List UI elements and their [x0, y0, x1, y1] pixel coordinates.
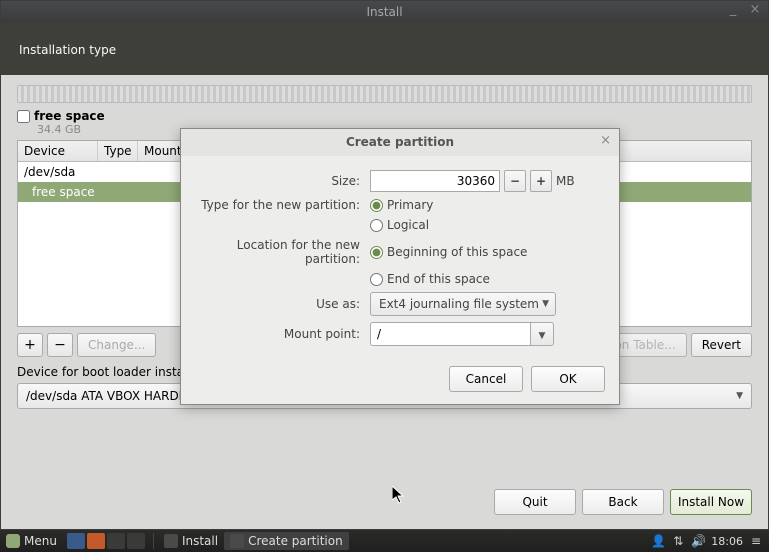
- titlebar: Install _ ×: [1, 1, 768, 23]
- device-name: free space: [34, 109, 105, 123]
- ok-button[interactable]: OK: [531, 366, 605, 392]
- back-button[interactable]: Back: [582, 489, 664, 515]
- location-beginning-radio[interactable]: [370, 246, 383, 259]
- remove-partition-button[interactable]: −: [47, 333, 73, 357]
- mount-point-dropdown[interactable]: ▼: [530, 322, 554, 346]
- menu-button[interactable]: Menu: [0, 534, 63, 548]
- location-end-radio[interactable]: [370, 273, 383, 286]
- col-device[interactable]: Device: [18, 141, 98, 161]
- tray-icon[interactable]: ≡: [749, 534, 763, 548]
- install-now-button[interactable]: Install Now: [670, 489, 752, 515]
- device-checkbox[interactable]: [17, 110, 30, 123]
- app-icon: [164, 534, 178, 548]
- close-button[interactable]: ×: [746, 3, 764, 19]
- type-label: Type for the new partition:: [195, 198, 370, 212]
- quicklaunch-terminal[interactable]: [107, 533, 125, 549]
- chevron-down-icon: ▼: [539, 331, 546, 341]
- quicklaunch-firefox[interactable]: [87, 533, 105, 549]
- mount-point-input[interactable]: [370, 322, 530, 346]
- mount-point-label: Mount point:: [195, 327, 370, 341]
- page-title: Installation type: [19, 43, 116, 57]
- revert-button[interactable]: Revert: [691, 333, 752, 357]
- dialog-close-button[interactable]: ×: [600, 133, 611, 148]
- cancel-button[interactable]: Cancel: [449, 366, 523, 392]
- clock[interactable]: 18:06: [711, 535, 743, 548]
- quit-button[interactable]: Quit: [494, 489, 576, 515]
- user-icon[interactable]: 👤: [651, 534, 665, 548]
- taskbar: Menu Install Create partition 👤 ⇅ 🔊 18:0…: [0, 530, 769, 552]
- type-logical-radio[interactable]: [370, 219, 383, 232]
- size-unit: MB: [556, 174, 575, 188]
- change-button[interactable]: Change...: [77, 333, 156, 357]
- create-partition-dialog: Create partition × Size: − + MB Type for…: [180, 128, 620, 405]
- window-title: Install: [366, 5, 402, 19]
- use-as-select[interactable]: Ext4 journaling file system ▼: [370, 292, 556, 316]
- taskbar-task[interactable]: Create partition: [224, 532, 349, 550]
- col-type[interactable]: Type: [98, 141, 138, 161]
- quicklaunch-files[interactable]: [127, 533, 145, 549]
- partition-bar[interactable]: [17, 85, 752, 103]
- size-label: Size:: [195, 174, 370, 188]
- taskbar-task[interactable]: Install: [158, 532, 224, 550]
- mint-logo-icon: [6, 534, 20, 548]
- app-icon: [230, 534, 244, 548]
- location-label: Location for the new partition:: [195, 238, 370, 266]
- size-input[interactable]: [370, 170, 500, 192]
- volume-icon[interactable]: 🔊: [691, 534, 705, 548]
- chevron-down-icon: ▼: [542, 299, 549, 309]
- size-increment-button[interactable]: +: [530, 170, 552, 192]
- size-decrement-button[interactable]: −: [504, 170, 526, 192]
- dialog-title: Create partition ×: [181, 129, 619, 156]
- network-icon[interactable]: ⇅: [671, 534, 685, 548]
- chevron-down-icon: ▼: [736, 391, 743, 401]
- minimize-button[interactable]: _: [724, 3, 742, 19]
- use-as-label: Use as:: [195, 297, 370, 311]
- device-summary: free space: [17, 107, 752, 123]
- type-primary-radio[interactable]: [370, 199, 383, 212]
- add-partition-button[interactable]: +: [17, 333, 43, 357]
- quicklaunch-show-desktop[interactable]: [67, 533, 85, 549]
- page-header: Installation type: [1, 23, 768, 75]
